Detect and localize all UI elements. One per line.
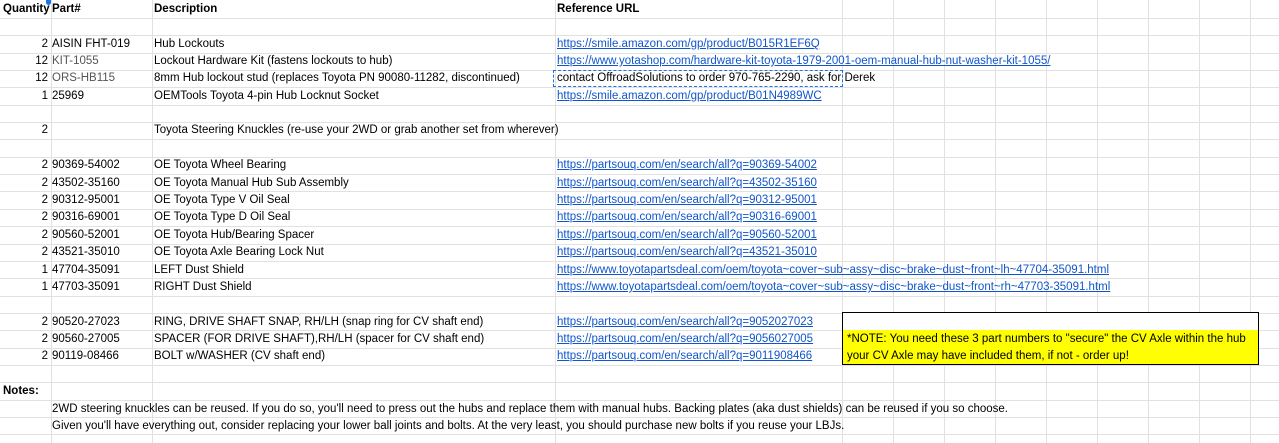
note-line-1[interactable]: *NOTE: You need these 3 part numbers to … xyxy=(847,331,1246,348)
reference-url-link[interactable]: https://partsouq.com/en/search/all?q=901… xyxy=(557,348,812,365)
part-number-cell[interactable]: KIT-1055 xyxy=(52,53,99,70)
description-cell[interactable]: RING, DRIVE SHAFT SNAP, RH/LH (snap ring… xyxy=(154,314,483,331)
quantity-cell[interactable]: 12 xyxy=(0,53,48,70)
reference-url-link[interactable]: https://smile.amazon.com/gp/product/B015… xyxy=(557,36,820,53)
description-cell[interactable]: Toyota Steering Knuckles (re-use your 2W… xyxy=(154,122,559,139)
table-row: 2 90312-95001 OE Toyota Type V Oil Seal htt… xyxy=(0,192,1279,209)
reference-url-link[interactable]: https://www.toyotapartsdeal.com/oem/toyo… xyxy=(557,279,1110,296)
table-row: 2 AISIN FHT-019 Hub Lockouts https://smile.… xyxy=(0,36,1279,53)
copy-selection-border xyxy=(553,70,843,87)
description-cell[interactable]: BOLT w/WASHER (CV shaft end) xyxy=(154,348,325,365)
description-cell[interactable]: 8mm Hub lockout stud (replaces Toyota PN… xyxy=(154,70,520,87)
reference-url-link[interactable]: https://partsouq.com/en/search/all?q=905… xyxy=(557,227,817,244)
header-part[interactable]: Part# xyxy=(52,1,81,18)
quantity-cell[interactable]: 2 xyxy=(0,36,48,53)
quantity-cell[interactable]: 1 xyxy=(0,88,48,105)
reference-url-link[interactable]: https://partsouq.com/en/search/all?q=435… xyxy=(557,244,817,261)
table-row: 2 43521-35010 OE Toyota Axle Bearing Lock … xyxy=(0,244,1279,261)
description-cell[interactable]: Lockout Hardware Kit (fastens lockouts t… xyxy=(154,53,392,70)
header-description[interactable]: Description xyxy=(154,1,217,18)
description-cell[interactable]: SPACER (FOR DRIVE SHAFT),RH/LH (spacer f… xyxy=(154,331,484,348)
description-cell[interactable]: LEFT Dust Shield xyxy=(154,262,244,279)
quantity-cell[interactable]: 2 xyxy=(0,192,48,209)
table-row: 2 90560-52001 OE Toyota Hub/Bearing Spacer… xyxy=(0,227,1279,244)
table-row: 2 90316-69001 OE Toyota Type D Oil Seal htt… xyxy=(0,209,1279,226)
header-row: Quantity Part# Description Reference URL xyxy=(0,1,1279,18)
part-number-cell[interactable]: 90560-52001 xyxy=(52,227,120,244)
notes-line-2[interactable]: Given you'll have everything out, consid… xyxy=(52,418,844,435)
description-cell[interactable]: RIGHT Dust Shield xyxy=(154,279,252,296)
part-number-cell[interactable]: 90119-08466 xyxy=(52,348,119,365)
table-row: 1 25969 OEMTools Toyota 4-pin Hub Locknut … xyxy=(0,88,1279,105)
part-number-cell[interactable]: 90369-54002 xyxy=(52,157,120,174)
part-number-cell[interactable]: 90312-95001 xyxy=(52,192,120,209)
reference-url-link[interactable]: https://partsouq.com/en/search/all?q=903… xyxy=(557,192,817,209)
header-url[interactable]: Reference URL xyxy=(557,1,639,18)
reference-url-link[interactable]: https://partsouq.com/en/search/all?q=435… xyxy=(557,175,817,192)
reference-url-link[interactable]: https://www.toyotapartsdeal.com/oem/toyo… xyxy=(557,262,1109,279)
quantity-cell[interactable]: 2 xyxy=(0,227,48,244)
table-row: 1 47704-35091 LEFT Dust Shield https://www.… xyxy=(0,262,1279,279)
description-cell[interactable]: OE Toyota Axle Bearing Lock Nut xyxy=(154,244,324,261)
table-row: 12 KIT-1055 Lockout Hardware Kit (fastens … xyxy=(0,53,1279,70)
reference-url-link[interactable]: https://partsouq.com/en/search/all?q=905… xyxy=(557,314,813,331)
part-number-cell[interactable]: 25969 xyxy=(52,88,84,105)
notes-label[interactable]: Notes: xyxy=(3,383,39,400)
part-number-cell[interactable]: 90316-69001 xyxy=(52,209,120,226)
quantity-cell[interactable]: 2 xyxy=(0,244,48,261)
reference-url-link[interactable]: https://partsouq.com/en/search/all?q=903… xyxy=(557,157,817,174)
quantity-cell[interactable]: 2 xyxy=(0,331,48,348)
table-row: 2 Toyota Steering Knuckles (re-use your 2… xyxy=(0,122,1279,139)
reference-url-link[interactable]: https://www.yotashop.com/hardware-kit-to… xyxy=(557,53,1050,70)
part-number-cell[interactable]: ORS-HB115 xyxy=(52,70,115,87)
header-quantity[interactable]: Quantity xyxy=(3,1,50,18)
description-cell[interactable]: OE Toyota Type V Oil Seal xyxy=(154,192,290,209)
quantity-cell[interactable]: 2 xyxy=(0,348,48,365)
description-cell[interactable]: OE Toyota Hub/Bearing Spacer xyxy=(154,227,314,244)
reference-url-link[interactable]: https://smile.amazon.com/gp/product/B01N… xyxy=(557,88,822,105)
description-cell[interactable]: OE Toyota Type D Oil Seal xyxy=(154,209,290,226)
description-cell[interactable]: Hub Lockouts xyxy=(154,36,224,53)
part-number-cell[interactable]: 90560-27005 xyxy=(52,331,120,348)
table-row: 1 47703-35091 RIGHT Dust Shield https://www… xyxy=(0,279,1279,296)
quantity-cell[interactable]: 2 xyxy=(0,122,48,139)
quantity-cell[interactable]: 2 xyxy=(0,209,48,226)
table-row: 2 43502-35160 OE Toyota Manual Hub Sub Ass… xyxy=(0,175,1279,192)
note-line-2[interactable]: your CV Axle may have included them, if … xyxy=(847,348,1129,365)
reference-url-link[interactable]: https://partsouq.com/en/search/all?q=905… xyxy=(557,331,813,348)
quantity-cell[interactable]: 2 xyxy=(0,175,48,192)
spreadsheet[interactable]: Quantity Part# Description Reference URL… xyxy=(0,0,1279,443)
quantity-cell[interactable]: 1 xyxy=(0,262,48,279)
part-number-cell[interactable]: AISIN FHT-019 xyxy=(52,36,130,53)
description-cell[interactable]: OE Toyota Wheel Bearing xyxy=(154,157,286,174)
part-number-cell[interactable]: 47703-35091 xyxy=(52,279,120,296)
table-row: 2 90369-54002 OE Toyota Wheel Bearing https… xyxy=(0,157,1279,174)
description-cell[interactable]: OE Toyota Manual Hub Sub Assembly xyxy=(154,175,349,192)
quantity-cell[interactable]: 2 xyxy=(0,157,48,174)
quantity-cell[interactable]: 12 xyxy=(0,70,48,87)
part-number-cell[interactable]: 43521-35010 xyxy=(52,244,120,261)
notes-line-1[interactable]: 2WD steering knuckles can be reused. If … xyxy=(52,401,1008,418)
quantity-cell[interactable]: 2 xyxy=(0,314,48,331)
quantity-cell[interactable]: 1 xyxy=(0,279,48,296)
description-cell[interactable]: OEMTools Toyota 4-pin Hub Locknut Socket xyxy=(154,88,379,105)
part-number-cell[interactable]: 47704-35091 xyxy=(52,262,120,279)
part-number-cell[interactable]: 43502-35160 xyxy=(52,175,120,192)
part-number-cell[interactable]: 90520-27023 xyxy=(52,314,120,331)
reference-url-link[interactable]: https://partsouq.com/en/search/all?q=903… xyxy=(557,209,817,226)
